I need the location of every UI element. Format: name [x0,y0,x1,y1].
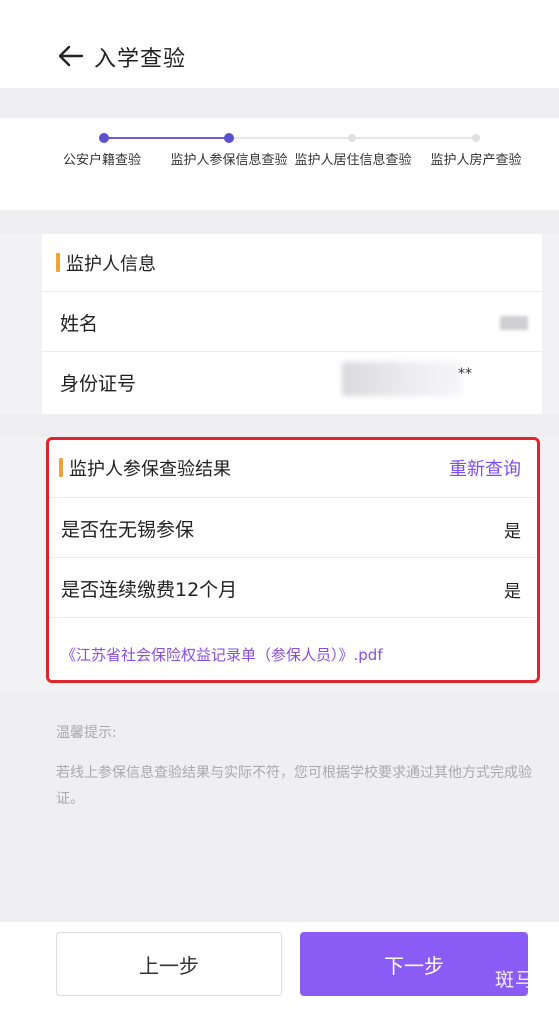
tips-section: 温馨提示: 若线上参保信息查验结果与实际不符，您可根据学校要求通过其他方式完成验… [0,690,559,922]
step-dot-3 [348,134,356,142]
accent-bar [59,458,63,477]
step-label-1: 公安户籍查验 [62,153,141,168]
accent-bar [56,253,60,272]
section-title: 监护人信息 [66,254,156,275]
step-line-pending [234,137,478,139]
result-row-value: 是 [504,522,521,542]
pdf-document-link[interactable]: 《江苏省社会保险权益记录单（参保人员）》.pdf [61,644,383,665]
step-line-done [104,137,229,139]
id-value-suffix: ** [458,366,472,382]
watermark: 斑马号 [494,969,555,991]
step-progress: 公安户籍查验 监护人参保信息查验 监护人居住信息查验 监护人房产查验 [0,118,559,210]
step-dot-2 [224,133,234,143]
id-row: 身份证号 ** [42,352,542,412]
page-title: 入学查验 [94,47,187,72]
result-row: 是否连续缴费12个月 是 [49,558,537,618]
divider [0,210,559,234]
result-row: 是否在无锡参保 是 [49,498,537,558]
next-step-button[interactable]: 下一步 [300,932,528,996]
prev-step-button[interactable]: 上一步 [56,932,282,996]
step-dot-1 [99,133,109,143]
result-row-value: 是 [504,582,521,602]
id-value-redacted [342,362,462,396]
footer-bar: 上一步 下一步 斑马号 [0,922,559,1010]
name-row: 姓名 [42,292,542,352]
insurance-result-card: 监护人参保查验结果 重新查询 是否在无锡参保 是 是否连续缴费12个月 是 《江… [46,437,540,683]
section-header: 监护人信息 [42,234,542,292]
section-title: 监护人参保查验结果 [69,459,231,480]
guardian-info-card: 监护人信息 姓名 身份证号 ** [42,234,542,414]
step-label-2: 监护人参保信息查验 [170,153,288,168]
tips-text: 若线上参保信息查验结果与实际不符，您可根据学校要求通过其他方式完成验证。 [56,765,532,807]
tips-title: 温馨提示: [56,725,117,741]
result-row-label: 是否连续缴费12个月 [61,579,238,601]
requery-link[interactable]: 重新查询 [449,455,521,481]
name-label: 姓名 [60,313,99,335]
step-label-4: 监护人房产查验 [430,153,522,168]
result-row-label: 是否在无锡参保 [61,519,195,541]
section-header: 监护人参保查验结果 重新查询 [49,440,537,498]
name-value-redacted [500,316,528,330]
id-label: 身份证号 [60,373,137,395]
header: 入学查验 [0,0,559,88]
back-arrow-icon[interactable] [58,44,84,68]
divider [0,88,559,118]
step-dot-4 [472,134,480,142]
step-label-3: 监护人居住信息查验 [294,153,412,168]
divider [0,414,559,437]
